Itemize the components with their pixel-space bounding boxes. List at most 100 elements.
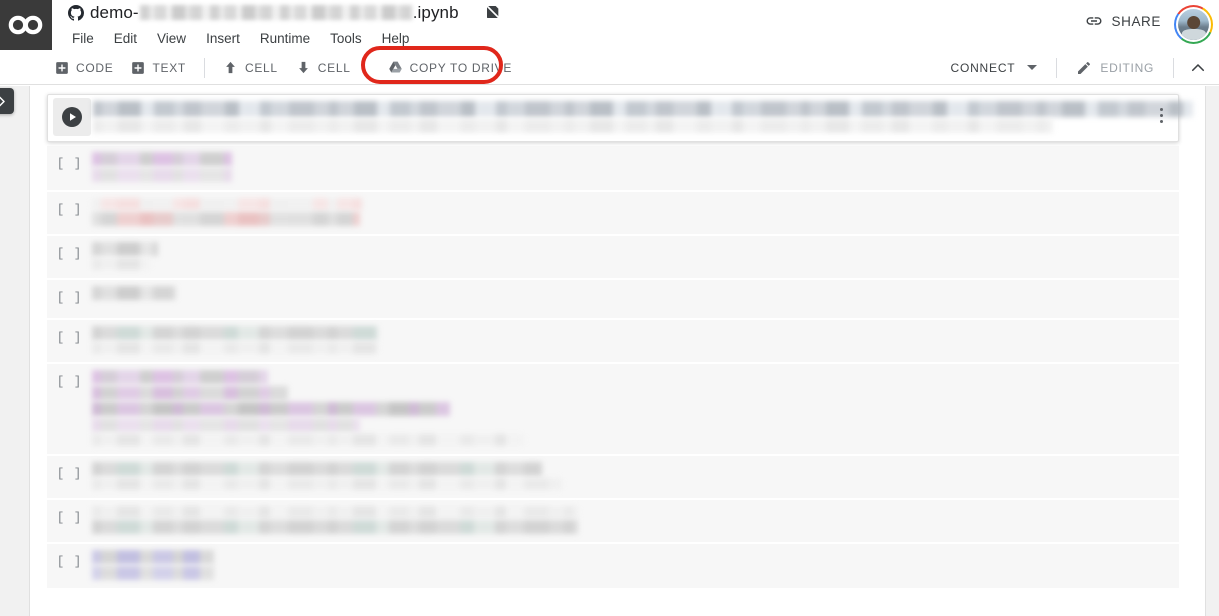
redacted-code-line bbox=[92, 326, 378, 340]
notebook-body: [ ] [ ] [ ] [ ] [ ] [ ] [ ] [ ] [ ] bbox=[0, 86, 1219, 616]
colab-logo[interactable] bbox=[0, 0, 52, 50]
toolbar-divider bbox=[1173, 57, 1174, 78]
redacted-code-line bbox=[92, 212, 360, 226]
notebook-cell[interactable]: [ ] bbox=[47, 500, 1179, 542]
redacted-code-line bbox=[92, 370, 268, 384]
notebook-cell[interactable]: [ ] bbox=[47, 236, 1179, 278]
share-button[interactable]: SHARE bbox=[1077, 8, 1169, 34]
notebook-cell[interactable]: [ ] bbox=[47, 280, 1179, 318]
no-save-icon bbox=[486, 5, 500, 19]
notebook-cell[interactable]: [ ] bbox=[47, 192, 1179, 234]
cell-prompt: [ ] bbox=[56, 331, 83, 345]
add-text-cell-label: TEXT bbox=[152, 60, 186, 75]
chevron-down-icon bbox=[1027, 65, 1038, 70]
cell-prompt: [ ] bbox=[56, 375, 83, 389]
notebook-cell[interactable]: [ ] bbox=[47, 364, 1179, 454]
avatar[interactable] bbox=[1174, 5, 1213, 44]
redacted-code-line bbox=[92, 168, 232, 182]
redacted-code-line bbox=[93, 119, 1053, 133]
add-code-cell-label: CODE bbox=[76, 60, 114, 75]
connect-label: CONNECT bbox=[950, 60, 1016, 75]
menu-item-tools[interactable]: Tools bbox=[320, 29, 372, 48]
redacted-code-line bbox=[92, 506, 578, 518]
right-scrollbar[interactable] bbox=[1205, 86, 1219, 616]
cell-prompt: [ ] bbox=[56, 467, 83, 481]
redacted-code-line bbox=[92, 566, 214, 580]
notebook-title[interactable]: demo- .ipynb bbox=[68, 0, 459, 26]
notebook-title-suffix: .ipynb bbox=[412, 3, 459, 22]
left-rail bbox=[0, 86, 30, 616]
connect-button[interactable]: CONNECT bbox=[940, 56, 1047, 80]
app-header: demo- .ipynb File Edit View Insert Runtim… bbox=[0, 0, 1219, 50]
cell-content-redacted[interactable] bbox=[92, 192, 1179, 234]
drive-icon bbox=[388, 61, 402, 73]
cell-options-button[interactable] bbox=[1150, 103, 1172, 127]
move-cell-up-button[interactable]: CELL bbox=[214, 56, 287, 79]
redacted-code-line bbox=[92, 342, 378, 354]
redacted-code-line bbox=[92, 418, 360, 432]
move-cell-down-label: CELL bbox=[317, 60, 351, 75]
cell-content-redacted[interactable] bbox=[92, 500, 1179, 542]
share-label: SHARE bbox=[1111, 13, 1161, 29]
copy-to-drive-button[interactable]: COPY TO DRIVE bbox=[379, 56, 521, 79]
notebook-cell[interactable]: [ ] bbox=[47, 544, 1179, 588]
cell-prompt: [ ] bbox=[56, 157, 83, 171]
notebook-cell[interactable]: [ ] bbox=[47, 320, 1179, 362]
notebook-cell[interactable]: [ ] bbox=[47, 146, 1179, 190]
run-cell-button[interactable] bbox=[53, 98, 91, 136]
menu-item-runtime[interactable]: Runtime bbox=[250, 29, 320, 48]
copy-to-drive-label: COPY TO DRIVE bbox=[409, 60, 513, 75]
redacted-code-line bbox=[92, 242, 158, 256]
menu-item-help[interactable]: Help bbox=[372, 29, 420, 48]
cell-gutter: [ ] bbox=[47, 500, 92, 542]
editing-mode-button[interactable]: EDITING bbox=[1066, 55, 1164, 81]
cell-content-redacted[interactable] bbox=[92, 456, 1179, 498]
play-circle-icon bbox=[62, 107, 82, 127]
toolbar-divider bbox=[1056, 57, 1058, 78]
redacted-code-line bbox=[92, 550, 214, 564]
expand-sidebar-button[interactable] bbox=[0, 88, 14, 114]
cell-gutter: [ ] bbox=[47, 236, 92, 278]
cell-gutter: [ ] bbox=[47, 544, 92, 588]
cell-prompt: [ ] bbox=[56, 203, 83, 217]
link-icon bbox=[1086, 17, 1102, 25]
chevron-right-icon bbox=[0, 96, 5, 106]
plus-box-icon bbox=[56, 61, 68, 74]
cell-content-redacted[interactable] bbox=[92, 146, 1179, 190]
redacted-code-line bbox=[92, 462, 542, 476]
chevron-up-icon bbox=[1191, 63, 1205, 71]
cell-content-redacted[interactable] bbox=[92, 364, 1179, 454]
redacted-code-line bbox=[92, 434, 524, 446]
cell-gutter: [ ] bbox=[47, 146, 92, 190]
menu-item-insert[interactable]: Insert bbox=[196, 29, 250, 48]
cell-content-redacted[interactable] bbox=[92, 544, 1179, 588]
menu-item-file[interactable]: File bbox=[62, 29, 104, 48]
redacted-code-line bbox=[93, 101, 1193, 117]
redacted-code-line bbox=[92, 258, 150, 270]
cell-content-redacted[interactable] bbox=[92, 280, 1179, 318]
collapse-toolbar-button[interactable] bbox=[1183, 53, 1219, 83]
cell-gutter: [ ] bbox=[47, 280, 92, 318]
menu-item-edit[interactable]: Edit bbox=[104, 29, 147, 48]
cell-content-redacted[interactable] bbox=[93, 95, 1193, 141]
menu-bar: File Edit View Insert Runtime Tools Help bbox=[62, 26, 419, 50]
toolbar-divider bbox=[203, 57, 205, 78]
more-vert-dot bbox=[1159, 119, 1163, 123]
cell-content-redacted[interactable] bbox=[92, 320, 1179, 362]
add-code-cell-button[interactable]: CODE bbox=[46, 57, 122, 79]
cell-gutter bbox=[48, 95, 93, 141]
cell-gutter: [ ] bbox=[47, 320, 92, 362]
notebook-cell-selected[interactable] bbox=[47, 94, 1193, 142]
add-text-cell-button[interactable]: TEXT bbox=[122, 57, 194, 79]
avatar-inner bbox=[1176, 7, 1211, 42]
plus-box-icon bbox=[132, 61, 145, 74]
redacted-code-line bbox=[92, 520, 578, 534]
notebook-cell[interactable]: [ ] bbox=[47, 456, 1179, 498]
redacted-code-line bbox=[92, 286, 176, 300]
toolbar-left-group: CODE TEXT CELL CELL COPY TO DRIVE bbox=[46, 46, 521, 85]
move-cell-down-button[interactable]: CELL bbox=[287, 56, 360, 79]
cell-content-redacted[interactable] bbox=[92, 236, 1179, 278]
pencil-icon bbox=[1078, 61, 1091, 74]
menu-item-view[interactable]: View bbox=[147, 29, 196, 48]
more-vert-dot bbox=[1159, 113, 1163, 117]
